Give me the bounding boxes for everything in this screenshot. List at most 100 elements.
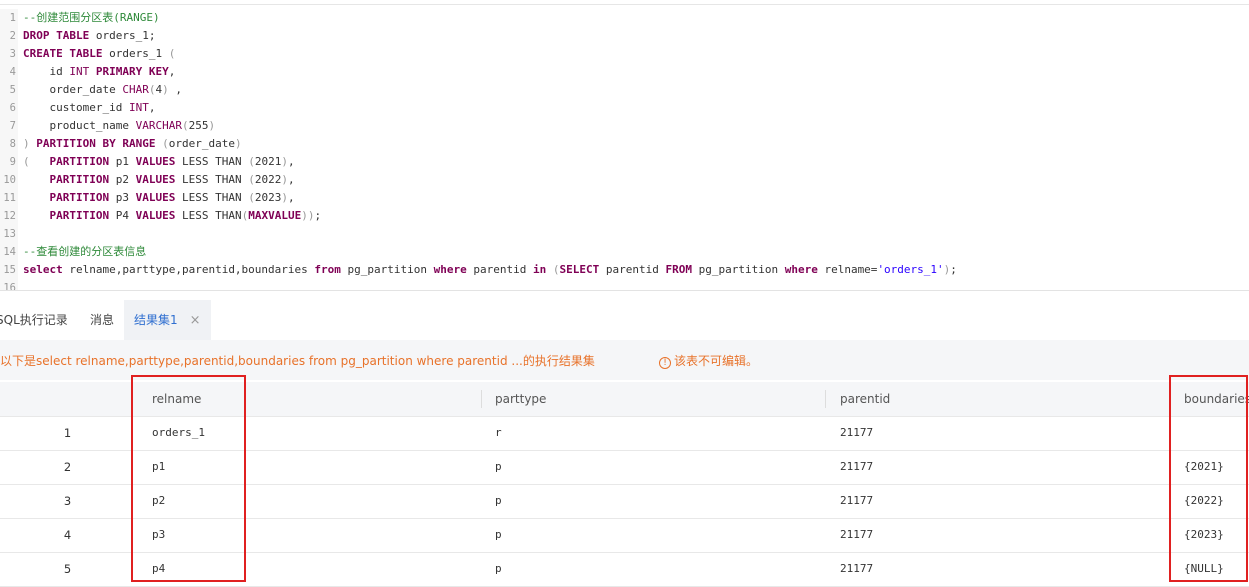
code-token: PARTITION BY RANGE <box>36 137 156 150</box>
code-token: 255 <box>188 119 209 132</box>
line-number: 12 <box>3 210 16 222</box>
code-token: p1 <box>109 155 136 168</box>
tab-result-set-1-label: 结果集1 <box>134 313 178 327</box>
tab-result-set-1[interactable]: 结果集1 × <box>124 300 211 340</box>
code-token: PARTITION <box>49 191 110 204</box>
column-divider[interactable] <box>481 390 482 408</box>
tab-messages[interactable]: 消息 <box>90 300 114 340</box>
close-icon[interactable]: × <box>190 313 201 328</box>
code-text: PARTITION P4 VALUES LESS THAN(MAXVALUE))… <box>23 207 322 225</box>
tab-messages-label: 消息 <box>90 313 115 327</box>
column-divider[interactable] <box>825 390 826 408</box>
code-token: 'orders_1' <box>877 263 944 276</box>
line-number: 13 <box>3 228 16 240</box>
code-token: ) <box>281 173 288 186</box>
read-only-warning-text: 该表不可编辑。 <box>674 354 759 368</box>
code-token: ( <box>552 263 560 276</box>
code-token: where <box>433 263 467 276</box>
code-token: ) <box>23 137 30 150</box>
code-token: VALUES <box>135 209 176 222</box>
code-text: --查看创建的分区表信息 <box>23 243 146 261</box>
code-token: --查看创建的分区表信息 <box>23 245 147 258</box>
code-token: LESS THAN <box>175 191 249 204</box>
code-text: PARTITION p3 VALUES LESS THAN (2023), <box>23 189 295 207</box>
code-text: ( PARTITION p1 VALUES LESS THAN (2021), <box>23 153 295 171</box>
code-token: , <box>287 155 295 168</box>
code-token: LESS THAN <box>175 173 249 186</box>
code-token: id <box>23 65 70 78</box>
code-token: in <box>533 263 547 276</box>
code-token: ) <box>281 155 288 168</box>
code-token: pg_partition <box>340 263 434 276</box>
code-token: , <box>287 173 295 186</box>
code-token: ( <box>248 155 255 168</box>
code-token: ( <box>168 47 176 60</box>
code-token: ) <box>234 137 242 150</box>
code-text: --创建范围分区表(RANGE) <box>23 9 160 27</box>
cell-parentid[interactable]: 21177 <box>840 484 873 518</box>
cell-parttype[interactable]: p <box>495 484 502 518</box>
cell-parentid[interactable]: 21177 <box>840 416 873 450</box>
code-token: P4 <box>109 209 136 222</box>
tab-sql-history[interactable]: SQL执行记录 <box>0 300 68 340</box>
warning-icon: ! <box>659 357 671 369</box>
cell-parentid[interactable]: 21177 <box>840 450 873 484</box>
code-token: , <box>168 83 182 96</box>
row-number: 5 <box>63 562 72 576</box>
code-token: where <box>784 263 818 276</box>
line-number: 5 <box>9 84 16 96</box>
cell-parttype[interactable]: p <box>495 552 502 586</box>
row-number: 1 <box>63 426 72 440</box>
code-token: ; <box>314 209 322 222</box>
code-token: product_name <box>23 119 136 132</box>
cell-parentid[interactable]: 21177 <box>840 552 873 586</box>
code-token: VALUES <box>135 173 176 186</box>
cell-parttype[interactable]: p <box>495 518 502 552</box>
code-token: FROM <box>665 263 692 276</box>
row-number: 4 <box>63 528 72 542</box>
code-text: ) PARTITION BY RANGE (order_date) <box>23 135 242 153</box>
cell-parttype[interactable]: r <box>495 416 502 450</box>
code-token: p2 <box>109 173 136 186</box>
highlight-box-relname <box>131 375 246 582</box>
code-text: customer_id INT, <box>23 99 155 117</box>
code-token: 2022 <box>254 173 282 186</box>
line-number: 7 <box>9 120 16 132</box>
column-header-parentid[interactable]: parentid <box>840 382 890 416</box>
column-header-parttype[interactable]: parttype <box>495 382 546 416</box>
code-text: CREATE TABLE orders_1 ( <box>23 45 175 63</box>
code-token: CREATE TABLE <box>23 47 103 60</box>
read-only-warning: ! 该表不可编辑。 <box>659 352 758 369</box>
code-token: PRIMARY KEY <box>95 65 169 78</box>
code-token: PARTITION <box>49 173 110 186</box>
code-token: ( <box>162 137 169 150</box>
line-number: 2 <box>9 30 16 42</box>
code-token: customer_id <box>23 101 129 114</box>
code-text: PARTITION p2 VALUES LESS THAN (2022), <box>23 171 295 189</box>
code-token: ) <box>162 83 169 96</box>
code-text: id INT PRIMARY KEY, <box>23 63 175 81</box>
code-token: MAXVALUE <box>248 209 302 222</box>
line-number: 1 <box>9 12 16 24</box>
code-token: PARTITION <box>49 155 110 168</box>
code-token: parentid <box>599 263 666 276</box>
code-token: ( <box>248 191 255 204</box>
cell-parentid[interactable]: 21177 <box>840 518 873 552</box>
code-token: , <box>148 101 156 114</box>
code-token: LESS THAN <box>175 155 249 168</box>
sql-editor[interactable]: 1 --创建范围分区表(RANGE) 2 DROP TABLE orders_1; 3 C… <box>0 9 1249 291</box>
cell-parttype[interactable]: p <box>495 450 502 484</box>
code-token: PARTITION <box>49 209 110 222</box>
code-text: DROP TABLE orders_1; <box>23 27 155 45</box>
code-token: relname= <box>817 263 878 276</box>
line-number: 16 <box>3 282 16 291</box>
line-number: 8 <box>9 138 16 150</box>
code-token: relname,parttype,parentid,boundaries <box>62 263 315 276</box>
code-token: VARCHAR <box>135 119 182 132</box>
result-info-bar: 以下是select relname,parttype,parentid,boun… <box>0 340 1249 380</box>
